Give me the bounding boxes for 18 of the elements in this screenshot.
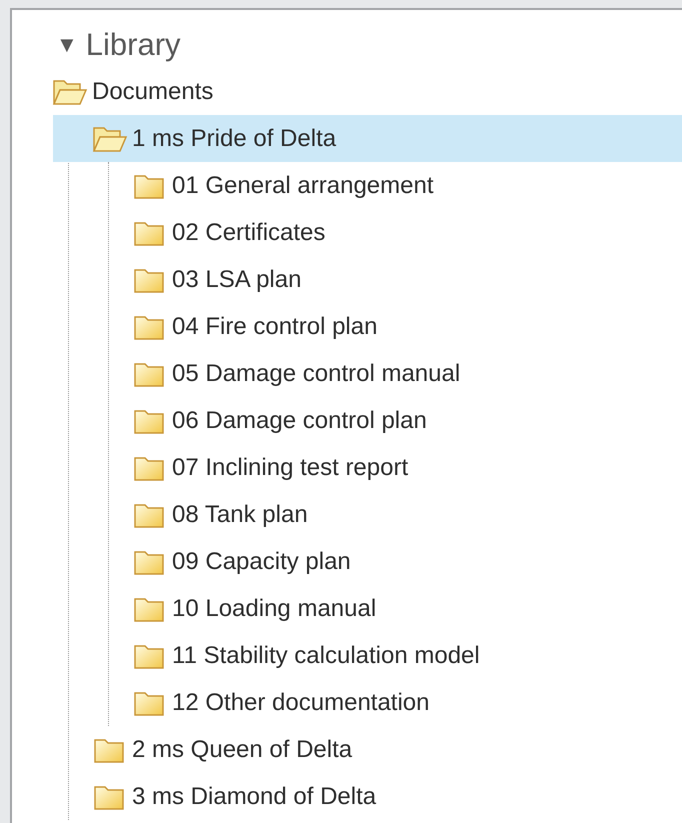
tree-item[interactable]: 3 ms Diamond of Delta: [92, 773, 682, 820]
tree-item[interactable]: 03 LSA plan: [132, 256, 682, 303]
tree-item[interactable]: 11 Stability calculation model: [132, 632, 682, 679]
tree-item[interactable]: 04 Fire control plan: [132, 303, 682, 350]
tree-item[interactable]: 01 General arrangement: [132, 162, 682, 209]
tree-item[interactable]: 12 Other documentation: [132, 679, 682, 726]
tree-item[interactable]: 07 Inclining test report: [132, 444, 682, 491]
collapse-toggle[interactable]: ▼: [56, 32, 78, 58]
tree-item[interactable]: 10 Loading manual: [132, 585, 682, 632]
tree-item[interactable]: 2 ms Queen of Delta: [92, 726, 682, 773]
tree-item[interactable]: 09 Capacity plan: [132, 538, 682, 585]
tree-item[interactable]: 05 Damage control manual: [132, 350, 682, 397]
tree-item[interactable]: 06 Damage control plan: [132, 397, 682, 444]
tree-item[interactable]: 02 Certificates: [132, 209, 682, 256]
library-title: Library: [86, 27, 181, 63]
tree-item[interactable]: 08 Tank plan: [132, 491, 682, 538]
tree-item[interactable]: 1 ms Pride of Delta: [53, 115, 682, 162]
tree-item[interactable]: Documents: [52, 68, 682, 115]
